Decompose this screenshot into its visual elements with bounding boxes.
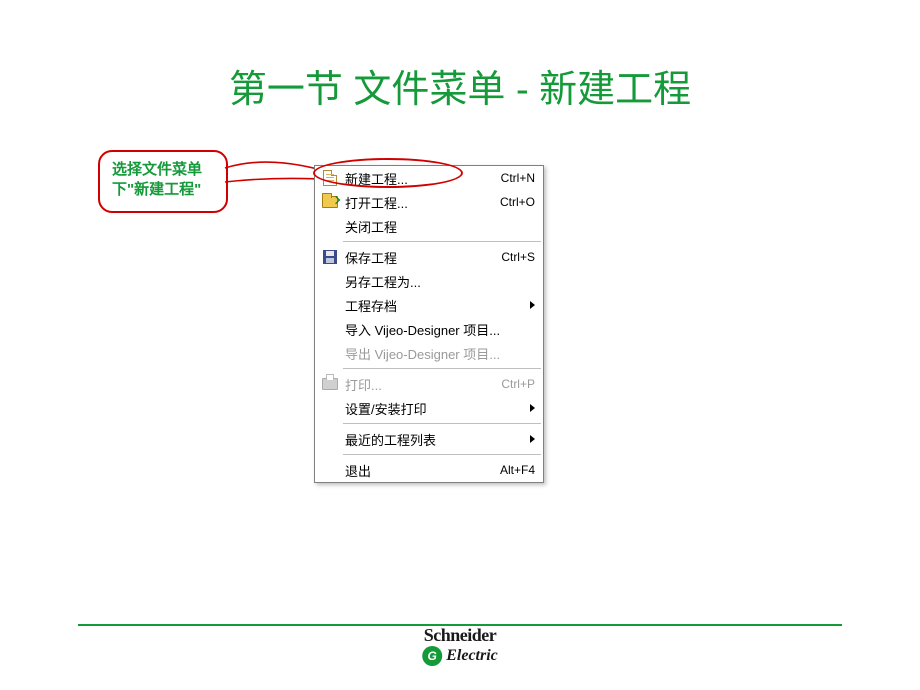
- open-folder-icon: [319, 193, 341, 211]
- menu-item: 打印...Ctrl+P: [315, 372, 543, 396]
- menu-shortcut: Ctrl+N: [495, 171, 535, 185]
- menu-item[interactable]: 另存工程为...: [315, 269, 543, 293]
- save-icon: [319, 248, 341, 266]
- menu-item-label: 导入 Vijeo-Designer 项目...: [341, 320, 535, 339]
- menu-shortcut: Alt+F4: [494, 463, 535, 477]
- menu-item[interactable]: 工程存档: [315, 293, 543, 317]
- menu-separator: [343, 368, 541, 369]
- callout-box: 选择文件菜单 下"新建工程": [98, 150, 228, 213]
- menu-shortcut: Ctrl+O: [494, 195, 535, 209]
- brand-badge-icon: G: [422, 646, 442, 666]
- menu-icon-empty: [319, 272, 341, 290]
- menu-item[interactable]: 设置/安装打印: [315, 396, 543, 420]
- brand-name-top: Schneider: [422, 625, 498, 646]
- menu-item[interactable]: 关闭工程: [315, 214, 543, 238]
- callout-line-2: 下"新建工程": [112, 180, 214, 200]
- file-menu: 新建工程...Ctrl+N打开工程...Ctrl+O关闭工程保存工程Ctrl+S…: [314, 165, 544, 483]
- page-title: 第一节 文件菜单 - 新建工程: [0, 0, 920, 113]
- menu-item[interactable]: 新建工程...Ctrl+N: [315, 166, 543, 190]
- footer-logo: Schneider G Electric: [422, 625, 498, 666]
- menu-item-label: 导出 Vijeo-Designer 项目...: [341, 344, 535, 363]
- menu-item-label: 工程存档: [341, 296, 526, 315]
- print-icon: [319, 375, 341, 393]
- menu-item[interactable]: 退出Alt+F4: [315, 458, 543, 482]
- menu-item-label: 退出: [341, 461, 494, 480]
- menu-item: 导出 Vijeo-Designer 项目...: [315, 341, 543, 365]
- menu-item[interactable]: 保存工程Ctrl+S: [315, 245, 543, 269]
- menu-item-label: 保存工程: [341, 248, 495, 267]
- menu-shortcut: Ctrl+S: [495, 250, 535, 264]
- menu-icon-empty: [319, 217, 341, 235]
- menu-item-label: 打开工程...: [341, 193, 494, 212]
- menu-icon-empty: [319, 320, 341, 338]
- menu-item-label: 最近的工程列表: [341, 430, 526, 449]
- chevron-right-icon: [530, 404, 535, 412]
- menu-icon-empty: [319, 461, 341, 479]
- menu-item-label: 设置/安装打印: [341, 399, 526, 418]
- menu-separator: [343, 241, 541, 242]
- menu-separator: [343, 454, 541, 455]
- new-doc-icon: [319, 169, 341, 187]
- menu-icon-empty: [319, 344, 341, 362]
- callout-line-1: 选择文件菜单: [112, 160, 214, 180]
- brand-name-bottom: Electric: [446, 647, 498, 665]
- menu-item-label: 打印...: [341, 375, 495, 394]
- menu-icon-empty: [319, 296, 341, 314]
- menu-item-label: 另存工程为...: [341, 272, 535, 291]
- menu-icon-empty: [319, 399, 341, 417]
- menu-item[interactable]: 打开工程...Ctrl+O: [315, 190, 543, 214]
- chevron-right-icon: [530, 435, 535, 443]
- menu-item[interactable]: 导入 Vijeo-Designer 项目...: [315, 317, 543, 341]
- chevron-right-icon: [530, 301, 535, 309]
- menu-item[interactable]: 最近的工程列表: [315, 427, 543, 451]
- menu-shortcut: Ctrl+P: [495, 377, 535, 391]
- menu-icon-empty: [319, 430, 341, 448]
- menu-item-label: 新建工程...: [341, 169, 495, 188]
- menu-item-label: 关闭工程: [341, 217, 535, 236]
- menu-separator: [343, 423, 541, 424]
